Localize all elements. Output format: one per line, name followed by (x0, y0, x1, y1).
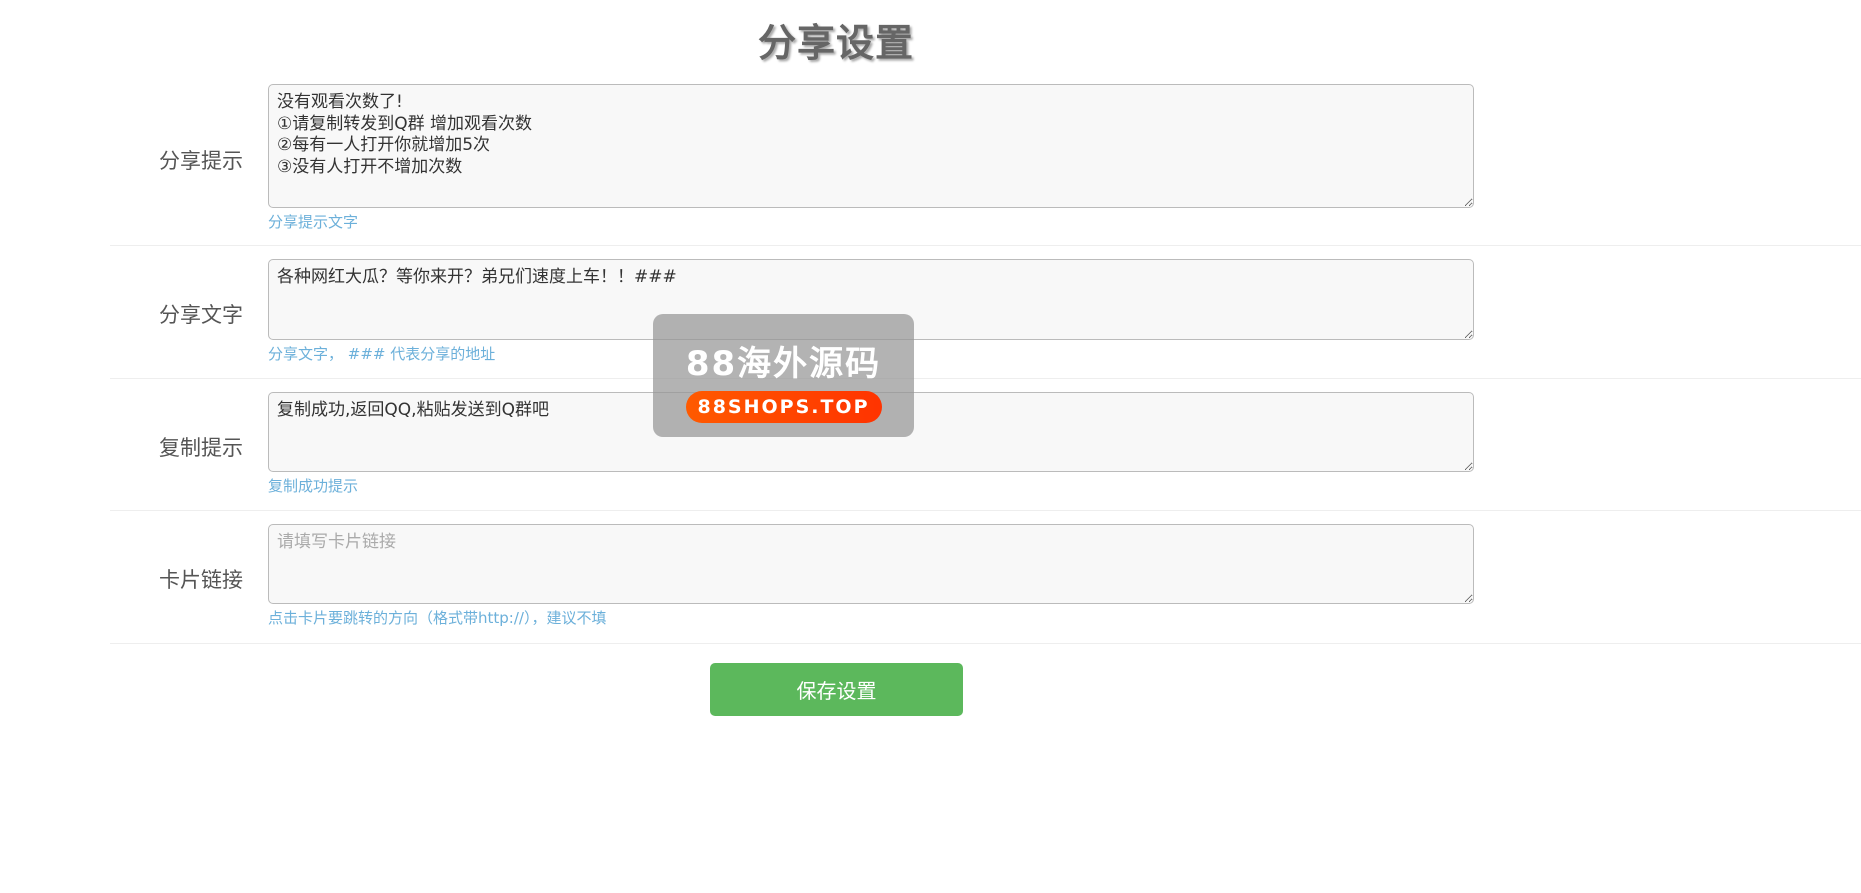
watermark-url: 88SHOPS.TOP (685, 391, 882, 423)
form-row-share-prompt: 分享提示 分享提示文字 (110, 84, 1861, 246)
share-text-label: 分享文字 (159, 303, 243, 327)
card-link-field: 点击卡片要跳转的方向（格式带http://），建议不填 (268, 524, 1474, 628)
card-link-help: 点击卡片要跳转的方向（格式带http://），建议不填 (268, 609, 607, 627)
watermark-title: 88海外源码 (685, 344, 882, 384)
watermark-overlay: 88海外源码 88SHOPS.TOP (653, 314, 914, 437)
share-prompt-label: 分享提示 (159, 149, 243, 173)
card-link-textarea[interactable] (268, 524, 1474, 604)
share-settings-page: 分享设置 分享提示 分享提示文字 分享文字 分享文字， ### 代表分享的地址 … (0, 0, 1861, 893)
copy-prompt-label: 复制提示 (159, 436, 243, 460)
form-row-card-link: 卡片链接 点击卡片要跳转的方向（格式带http://），建议不填 (110, 524, 1861, 644)
share-prompt-textarea[interactable] (268, 84, 1474, 208)
save-settings-button[interactable]: 保存设置 (710, 663, 963, 716)
form-row-share-text: 分享文字 分享文字， ### 代表分享的地址 (110, 259, 1861, 379)
copy-prompt-help: 复制成功提示 (268, 477, 359, 495)
share-prompt-field: 分享提示文字 (268, 84, 1474, 232)
form-row-copy-prompt: 复制提示 复制成功提示 (110, 392, 1861, 511)
page-title: 分享设置 (757, 21, 914, 65)
card-link-label: 卡片链接 (159, 568, 243, 592)
share-prompt-help: 分享提示文字 (268, 213, 359, 231)
